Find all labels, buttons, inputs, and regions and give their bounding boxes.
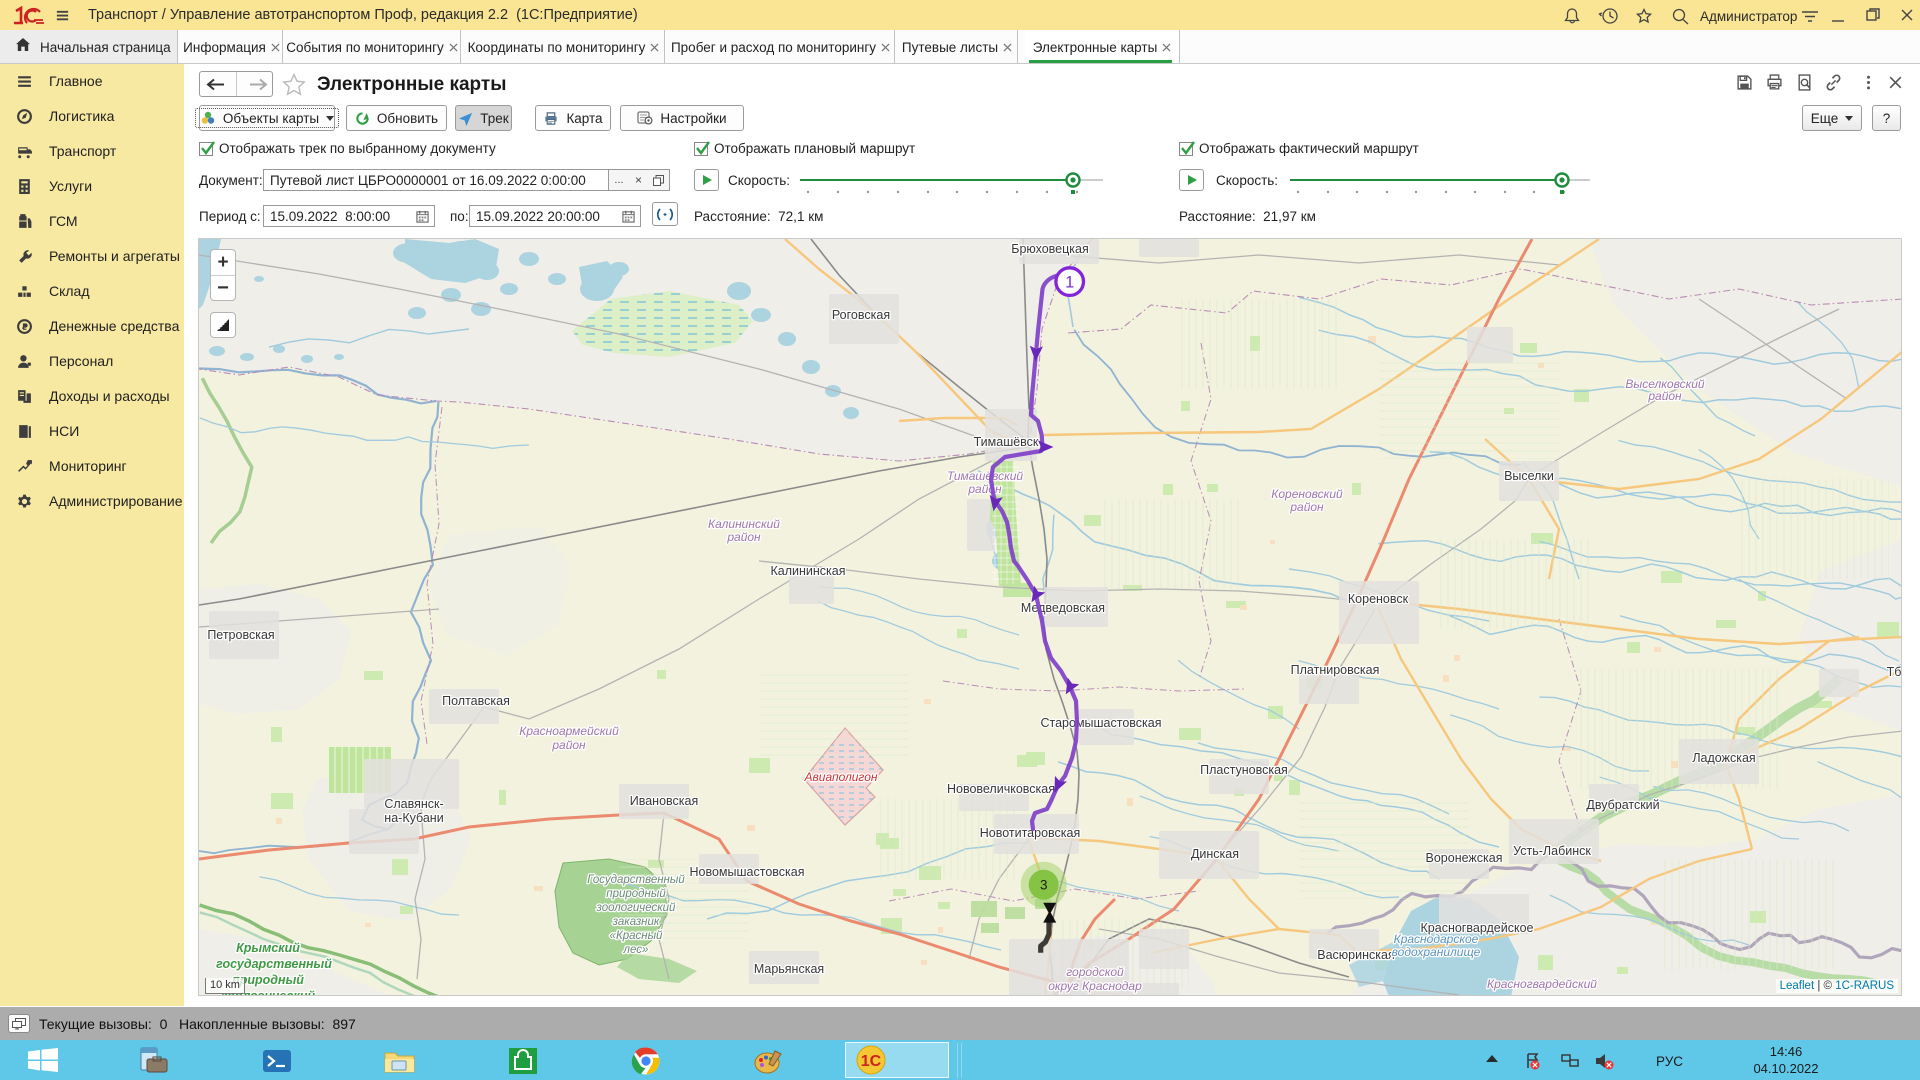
- svg-text:водохранилище: водохранилище: [1392, 945, 1481, 959]
- svg-text:Марьянская: Марьянская: [754, 962, 824, 976]
- svg-text:городской: городской: [1066, 965, 1124, 979]
- svg-text:Калининская: Калининская: [770, 564, 845, 578]
- svg-text:район: район: [967, 482, 1002, 496]
- svg-text:Васюринская: Васюринская: [1317, 948, 1394, 962]
- svg-text:Воронежская: Воронежская: [1426, 851, 1503, 865]
- svg-text:Кореновский: Кореновский: [1271, 487, 1343, 501]
- svg-text:Славянск-: Славянск-: [384, 797, 443, 811]
- svg-text:Государственный: Государственный: [587, 874, 685, 886]
- svg-text:район: район: [551, 738, 586, 752]
- svg-text:природный: природный: [606, 888, 666, 900]
- svg-text:1С: 1С: [861, 1053, 882, 1070]
- svg-text:Роговская: Роговская: [832, 308, 890, 322]
- svg-text:Тимашёвск: Тимашёвск: [974, 435, 1039, 449]
- svg-text:«Красный: «Красный: [610, 930, 664, 942]
- svg-text:Динская: Динская: [1191, 847, 1239, 861]
- svg-text:Петровская: Петровская: [207, 628, 274, 642]
- svg-text:Крымский: Крымский: [236, 941, 300, 955]
- svg-text:Красноармейский: Красноармейский: [519, 724, 619, 738]
- svg-text:район: район: [1289, 500, 1324, 514]
- svg-text:Брюховецкая: Брюховецкая: [1011, 242, 1089, 256]
- svg-text:Двубратский: Двубратский: [1586, 798, 1659, 812]
- svg-text:3: 3: [1040, 878, 1048, 893]
- svg-text:на-Кубани: на-Кубани: [384, 811, 443, 825]
- svg-text:Полтавская: Полтавская: [442, 694, 510, 708]
- svg-text:Нововеличковская: Нововеличковская: [947, 782, 1055, 796]
- svg-text:Усть-Лабинск: Усть-Лабинск: [1513, 844, 1591, 858]
- svg-text:Калининский: Калининский: [708, 517, 780, 531]
- svg-text:заказник: заказник: [612, 916, 660, 928]
- svg-text:Старомышастовская: Старомышастовская: [1040, 716, 1161, 730]
- svg-text:Пластуновская: Пластуновская: [1200, 763, 1288, 777]
- svg-text:Платнировская: Платнировская: [1291, 663, 1380, 677]
- svg-text:зоологический: зоологический: [596, 902, 676, 914]
- svg-text:Новотитаровская: Новотитаровская: [980, 826, 1081, 840]
- svg-text:Краснодарское: Краснодарское: [1394, 932, 1479, 946]
- svg-text:Ладожская: Ладожская: [1692, 751, 1755, 765]
- svg-text:Ивановская: Ивановская: [630, 794, 699, 808]
- svg-text:район: район: [1647, 389, 1682, 403]
- svg-text:округ Краснодар: округ Краснодар: [1048, 979, 1142, 993]
- svg-text:Выселки: Выселки: [1504, 469, 1554, 483]
- svg-text:Администратор: Администратор: [1700, 9, 1797, 24]
- svg-text:Тб: Тб: [1887, 665, 1902, 679]
- svg-text:Красногвардейский: Красногвардейский: [1487, 977, 1597, 991]
- svg-text:Тимашёвский: Тимашёвский: [947, 469, 1023, 483]
- svg-text:лес»: лес»: [623, 944, 649, 956]
- svg-text:Новомышастовская: Новомышастовская: [690, 865, 805, 879]
- svg-text:государственный: государственный: [216, 957, 332, 971]
- svg-text:1: 1: [1065, 273, 1074, 291]
- svg-text:Медведовская: Медведовская: [1021, 601, 1105, 615]
- svg-text:район: район: [726, 530, 761, 544]
- svg-text:РУС: РУС: [1656, 1054, 1683, 1069]
- svg-text:Кореновск: Кореновск: [1348, 592, 1409, 606]
- svg-text:Авиаполигон: Авиаполигон: [804, 770, 878, 784]
